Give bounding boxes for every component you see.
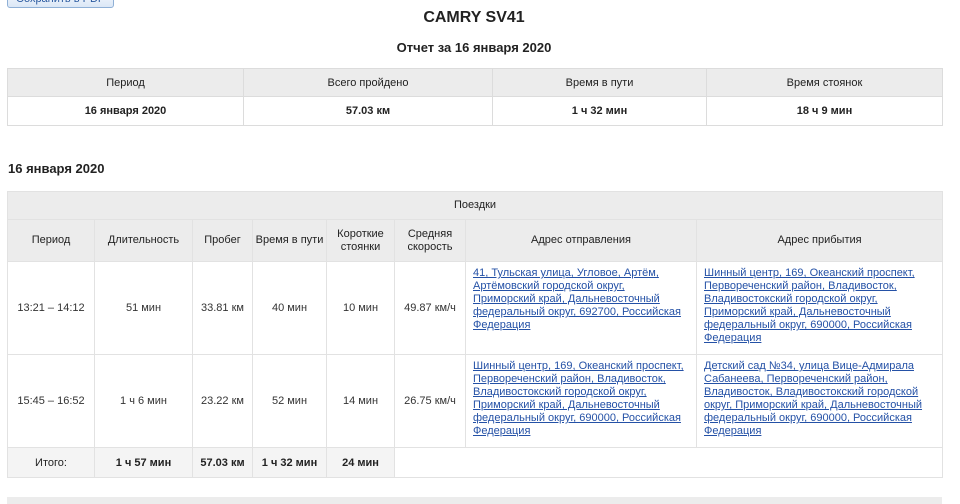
col-header-to-address: Адрес прибытия xyxy=(695,219,944,262)
table-row: 13:21 – 14:12 51 мин 33.81 км 40 мин 10 … xyxy=(7,261,944,355)
summary-stop-time: 18 ч 9 мин xyxy=(706,96,943,126)
summary-period: 16 января 2020 xyxy=(7,96,244,126)
col-header-distance: Пробег xyxy=(192,219,253,262)
col-header-avg-speed: Средняя скорость xyxy=(394,219,466,262)
trip-from-cell: Шинный центр, 169, Океанский проспект, П… xyxy=(465,354,697,448)
summary-table: Период Всего пройдено Время в пути Время… xyxy=(7,68,943,126)
to-address-link[interactable]: Детский сад №34, улица Вице-Адмирала Саб… xyxy=(704,360,922,437)
totals-distance: 57.03 км xyxy=(192,447,253,478)
trips-header-row: Период Длительность Пробег Время в пути … xyxy=(7,219,944,262)
trip-short-stops: 10 мин xyxy=(326,261,395,355)
next-section-strip xyxy=(7,497,942,504)
trip-duration: 1 ч 6 мин xyxy=(94,354,193,448)
col-header-drive-time: Время в пути xyxy=(252,219,327,262)
summary-header-total-distance: Всего пройдено xyxy=(243,68,493,97)
totals-duration: 1 ч 57 мин xyxy=(94,447,193,478)
from-address-link[interactable]: Шинный центр, 169, Океанский проспект, П… xyxy=(473,360,684,437)
trip-period: 13:21 – 14:12 xyxy=(7,261,95,355)
trip-to-cell: Шинный центр, 169, Океанский проспект, П… xyxy=(695,261,944,355)
trip-period: 15:45 – 16:52 xyxy=(7,354,95,448)
trip-distance: 33.81 км xyxy=(192,261,253,355)
totals-row: Итого: 1 ч 57 мин 57.03 км 1 ч 32 мин 24… xyxy=(7,447,944,478)
totals-short-stops: 24 мин xyxy=(326,447,395,478)
table-row: 15:45 – 16:52 1 ч 6 мин 23.22 км 52 мин … xyxy=(7,354,944,448)
summary-header-drive-time: Время в пути xyxy=(492,68,707,97)
col-header-duration: Длительность xyxy=(94,219,193,262)
trip-from-cell: 41, Тульская улица, Угловое, Артём, Артё… xyxy=(465,261,697,355)
trip-duration: 51 мин xyxy=(94,261,193,355)
col-header-from-address: Адрес отправления xyxy=(465,219,697,262)
summary-row: 16 января 2020 57.03 км 1 ч 32 мин 18 ч … xyxy=(7,96,943,126)
trip-avg-speed: 26.75 км/ч xyxy=(394,354,466,448)
trip-distance: 23.22 км xyxy=(192,354,253,448)
trips-table: Поездки Период Длительность Пробег Время… xyxy=(6,191,944,478)
totals-label: Итого: xyxy=(7,447,95,478)
trip-drive-time: 40 мин xyxy=(252,261,327,355)
trips-caption-row: Поездки xyxy=(6,191,944,220)
trip-short-stops: 14 мин xyxy=(326,354,395,448)
trips-caption: Поездки xyxy=(6,191,944,220)
summary-header-row: Период Всего пройдено Время в пути Время… xyxy=(7,68,943,97)
trip-to-cell: Детский сад №34, улица Вице-Адмирала Саб… xyxy=(695,354,944,448)
summary-header-stop-time: Время стоянок xyxy=(706,68,943,97)
report-title: CAMRY SV41 xyxy=(423,9,525,26)
to-address-link[interactable]: Шинный центр, 169, Океанский проспект, П… xyxy=(704,267,915,344)
col-header-period: Период xyxy=(7,219,95,262)
summary-header-period: Период xyxy=(7,68,244,97)
from-address-link[interactable]: 41, Тульская улица, Угловое, Артём, Артё… xyxy=(473,267,681,331)
save-pdf-button[interactable]: Сохранить в PDF xyxy=(7,0,114,8)
summary-drive-time: 1 ч 32 мин xyxy=(492,96,707,126)
trip-drive-time: 52 мин xyxy=(252,354,327,448)
totals-empty-cell xyxy=(393,447,944,478)
report-subtitle: Отчет за 16 января 2020 xyxy=(396,40,552,55)
day-heading: 16 января 2020 xyxy=(8,161,105,176)
summary-total-distance: 57.03 км xyxy=(243,96,493,126)
col-header-short-stops: Короткие стоянки xyxy=(326,219,395,262)
trip-avg-speed: 49.87 км/ч xyxy=(394,261,466,355)
totals-drive-time: 1 ч 32 мин xyxy=(252,447,327,478)
